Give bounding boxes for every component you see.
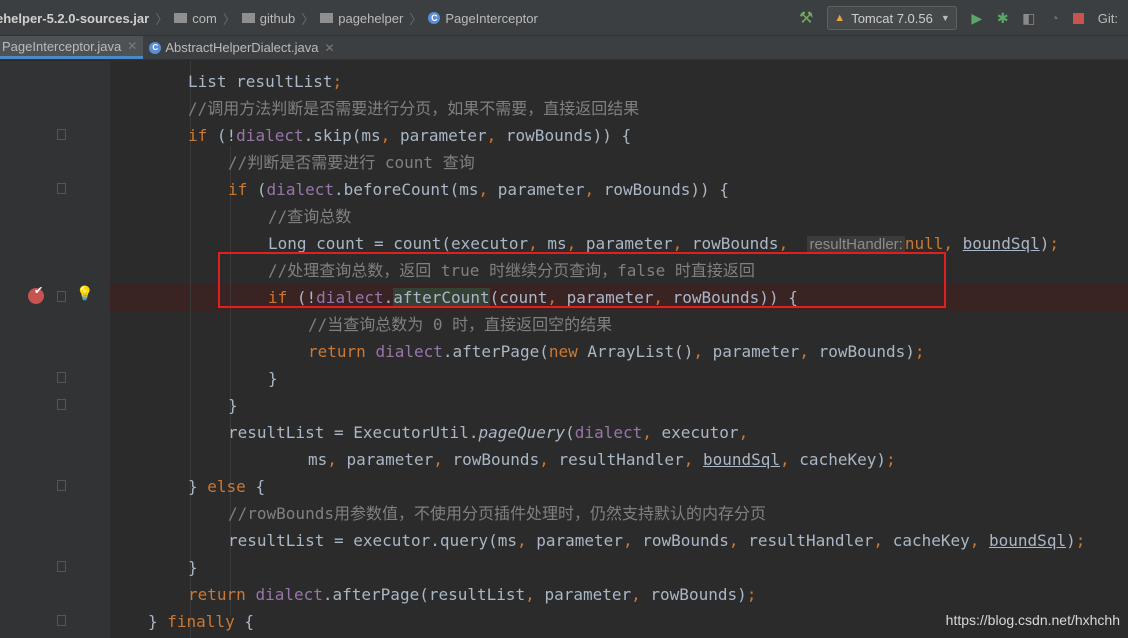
code-line: resultList = executor.query(ms, paramete… <box>228 531 1086 550</box>
tomcat-icon: ▲ <box>834 12 846 24</box>
code-line: if (dialect.beforeCount(ms, parameter, r… <box>228 180 729 199</box>
fold-marker-icon[interactable] <box>57 480 66 491</box>
code-comment: //当查询总数为 0 时，直接返回空的结果 <box>308 315 613 334</box>
editor-tabs: PageInterceptor.java ✕ C AbstractHelperD… <box>0 36 1128 60</box>
breadcrumb-separator: 〉 <box>222 11 236 27</box>
code-comment: //调用方法判断是否需要进行分页，如果不需要，直接返回结果 <box>188 99 640 118</box>
fold-marker-icon[interactable] <box>57 372 66 383</box>
build-hammer-icon[interactable]: ⚒ <box>799 8 813 28</box>
breadcrumb-github[interactable]: 〉 github <box>217 9 295 28</box>
breadcrumb-com[interactable]: 〉 com <box>149 9 217 28</box>
breadcrumb: ehelper-5.2.0-sources.jar 〉 com 〉 github 〉… <box>0 0 538 36</box>
fold-marker-icon[interactable] <box>57 129 66 140</box>
breadcrumb-jar[interactable]: ehelper-5.2.0-sources.jar <box>0 11 149 26</box>
fold-marker-icon[interactable] <box>57 561 66 572</box>
navigation-bar: ehelper-5.2.0-sources.jar 〉 com 〉 github 〉… <box>0 0 1128 36</box>
tab-label: PageInterceptor.java <box>2 38 122 54</box>
code-token: List resultList <box>188 72 333 91</box>
fold-marker-icon[interactable] <box>57 399 66 410</box>
breadcrumb-separator: 〉 <box>155 11 169 27</box>
profile-icon[interactable]: ◔ <box>1047 10 1063 26</box>
fold-marker-icon[interactable] <box>57 291 66 302</box>
code-line: } <box>228 396 238 415</box>
code-comment: //查询总数 <box>268 207 352 226</box>
breadcrumb-pagehelper[interactable]: 〉 pagehelper <box>295 9 403 28</box>
coverage-icon[interactable]: ◧ <box>1021 10 1037 26</box>
editor-gutter[interactable] <box>0 61 110 638</box>
code-line: return dialect.afterPage(new ArrayList()… <box>308 342 925 361</box>
folder-icon <box>174 13 188 23</box>
tab-label: AbstractHelperDialect.java <box>165 40 319 55</box>
run-configuration-select[interactable]: ▲ Tomcat 7.0.56 ▼ <box>827 6 957 30</box>
chevron-down-icon: ▼ <box>940 13 950 23</box>
run-icon[interactable]: ▶ <box>969 10 985 26</box>
code-line: } else { <box>188 477 266 496</box>
fold-marker-icon[interactable] <box>57 183 66 194</box>
class-icon: C <box>149 41 162 54</box>
debug-icon[interactable]: ✱ <box>995 10 1011 26</box>
checkmark-icon: ✔ <box>34 285 44 297</box>
folder-icon <box>241 13 255 23</box>
code-line: return dialect.afterPage(resultList, par… <box>188 585 757 604</box>
code-line: ms, parameter, rowBounds, resultHandler,… <box>308 450 896 469</box>
close-icon[interactable]: ✕ <box>325 41 335 55</box>
code-line: } <box>188 558 198 577</box>
run-toolbar: ⚒ ▲ Tomcat 7.0.56 ▼ ▶ ✱ ◧ ◔ Git: <box>799 0 1128 36</box>
folder-icon <box>320 13 334 23</box>
vcs-label: Git: <box>1097 10 1118 26</box>
tab-abstracthelperdialect[interactable]: C AbstractHelperDialect.java ✕ <box>143 36 340 59</box>
code-line: //调用方法判断是否需要进行分页，如果不需要，直接返回结果 <box>110 95 639 122</box>
annotation-box <box>218 252 946 308</box>
code-line: } <box>268 369 278 388</box>
parameter-hint: resultHandler: <box>807 236 905 253</box>
breadcrumb-separator: 〉 <box>409 11 423 27</box>
code-comment: //判断是否需要进行 count 查询 <box>228 153 475 172</box>
code-line: //判断是否需要进行 count 查询 <box>110 149 475 176</box>
tab-pageinterceptor[interactable]: PageInterceptor.java ✕ <box>0 36 144 59</box>
stop-icon[interactable] <box>1072 12 1084 24</box>
code-line: if (!dialect.skip(ms, parameter, rowBoun… <box>188 126 632 145</box>
code-line: //rowBounds用参数值，不使用分页插件处理时，仍然支持默认的内存分页 <box>110 500 766 527</box>
lightbulb-icon[interactable]: 💡 <box>76 285 93 302</box>
code-line: resultList = ExecutorUtil.pageQuery(dial… <box>228 423 749 442</box>
class-icon: C <box>428 12 441 24</box>
code-line: List resultList; <box>188 72 343 91</box>
watermark: https://blog.csdn.net/hxhchh <box>945 612 1120 628</box>
code-line: //查询总数 <box>110 203 351 230</box>
close-icon[interactable]: ✕ <box>127 39 137 53</box>
fold-marker-icon[interactable] <box>57 615 66 626</box>
breadcrumb-pageinterceptor[interactable]: 〉 C PageInterceptor <box>403 9 538 28</box>
code-line: //当查询总数为 0 时，直接返回空的结果 <box>110 311 612 338</box>
code-line: } finally { <box>148 612 254 631</box>
code-comment: //rowBounds用参数值，不使用分页插件处理时，仍然支持默认的内存分页 <box>228 504 766 523</box>
breadcrumb-separator: 〉 <box>301 11 315 27</box>
code-editor[interactable]: List resultList; //调用方法判断是否需要进行分页，如果不需要，… <box>110 61 1128 638</box>
